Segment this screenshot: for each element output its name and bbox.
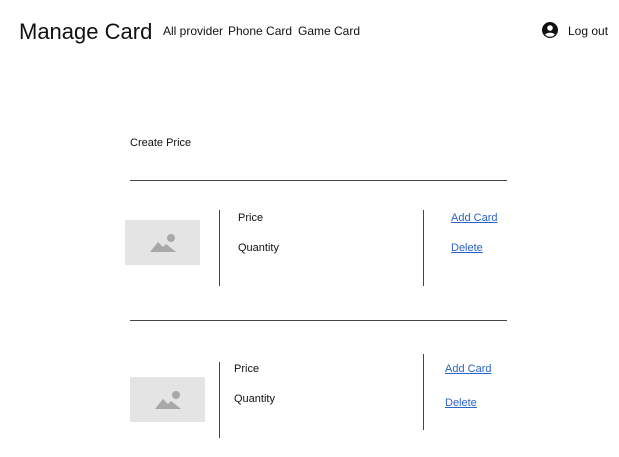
quantity-label: Quantity (234, 393, 275, 405)
add-card-link[interactable]: Add Card (451, 212, 497, 225)
image-placeholder-icon (149, 233, 176, 252)
section-title: Create Price (130, 137, 192, 149)
card-divider-right (423, 210, 424, 286)
app-title: Manage Card (19, 19, 153, 44)
divider (130, 320, 507, 321)
card-image-placeholder (130, 377, 205, 422)
nav-game-card[interactable]: Game Card (298, 24, 360, 38)
quantity-label: Quantity (238, 242, 279, 254)
delete-link[interactable]: Delete (445, 397, 477, 410)
add-card-link[interactable]: Add Card (445, 363, 491, 376)
nav-all-provider[interactable]: All provider (163, 24, 223, 38)
delete-link[interactable]: Delete (451, 242, 483, 255)
card-image-placeholder (125, 220, 200, 265)
nav-phone-card[interactable]: Phone Card (228, 24, 292, 38)
card-divider-left (219, 362, 220, 438)
image-placeholder-icon (154, 390, 181, 409)
divider (130, 180, 507, 181)
logout-link[interactable]: Log out (568, 24, 608, 38)
card-divider-left (219, 210, 220, 286)
price-label: Price (238, 212, 264, 224)
price-label: Price (234, 363, 260, 375)
user-circle-icon[interactable] (542, 22, 558, 38)
card-divider-right (423, 354, 424, 430)
